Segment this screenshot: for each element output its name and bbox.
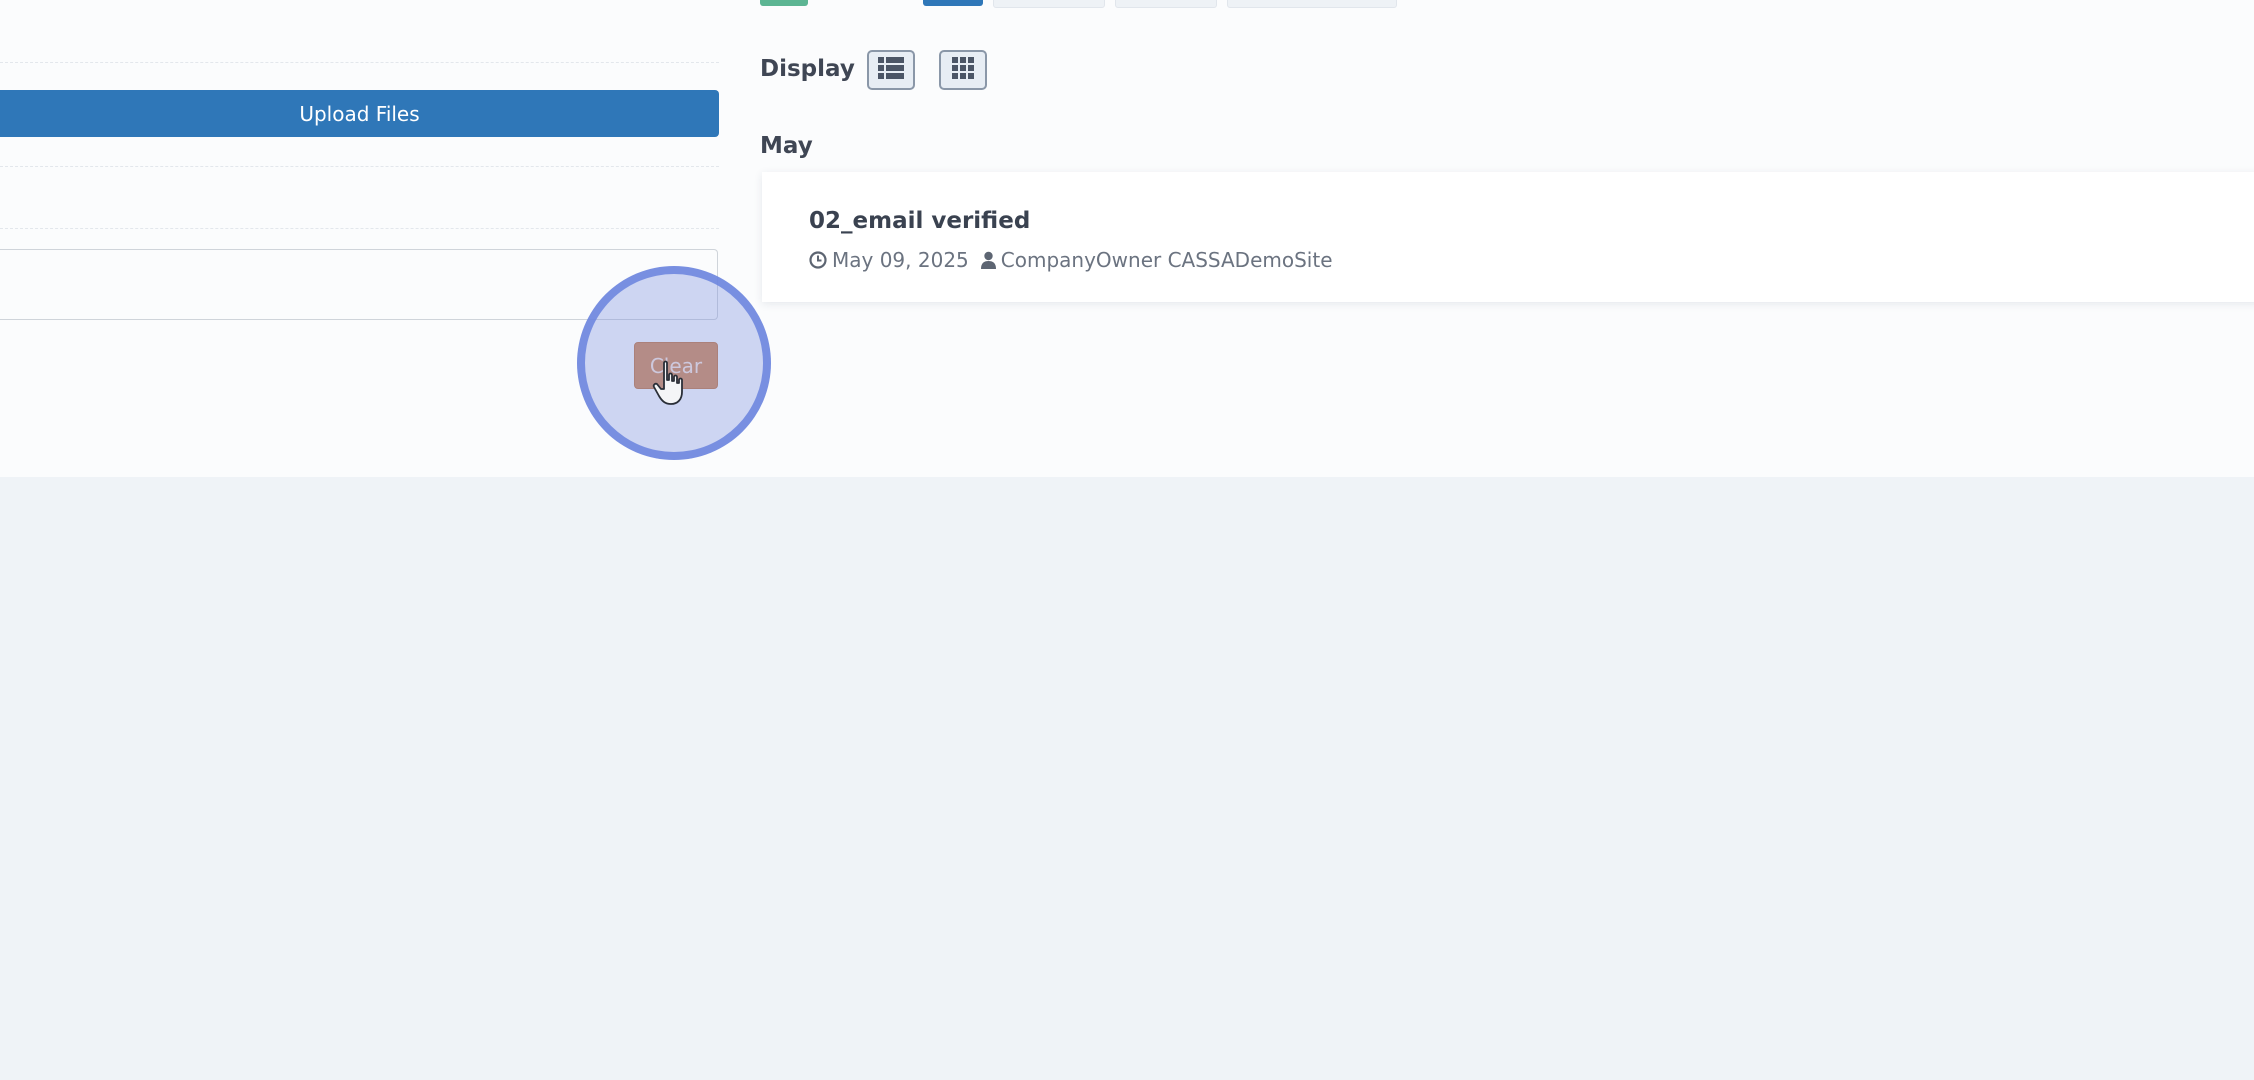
file-input-field[interactable] <box>0 249 718 320</box>
file-title[interactable]: 02_email verified <box>809 208 1030 234</box>
display-label: Display <box>760 56 855 82</box>
clock-icon <box>809 251 827 269</box>
tab-active[interactable] <box>923 0 983 6</box>
user-icon <box>980 251 996 269</box>
list-view-button[interactable] <box>867 50 915 90</box>
file-date: May 09, 2025 <box>832 248 969 272</box>
divider <box>0 166 719 167</box>
content-panel: Upload Files Clear Display May 02_email … <box>0 0 2254 477</box>
clear-button[interactable]: Clear <box>634 342 718 389</box>
file-card[interactable]: 02_email verified May 09, 2025 CompanyOw… <box>762 172 2254 302</box>
list-view-icon <box>878 57 904 83</box>
grid-view-icon <box>952 57 974 83</box>
upload-files-button[interactable]: Upload Files <box>0 90 719 137</box>
month-heading: May <box>760 133 813 159</box>
file-meta: May 09, 2025 CompanyOwner CASSADemoSite <box>809 248 1333 272</box>
tab-4[interactable] <box>1227 0 1397 8</box>
status-tab[interactable] <box>760 0 808 6</box>
divider <box>0 62 719 63</box>
file-author: CompanyOwner CASSADemoSite <box>1000 248 1333 272</box>
tab-2[interactable] <box>993 0 1105 8</box>
tab-3[interactable] <box>1115 0 1217 8</box>
grid-view-button[interactable] <box>939 50 987 90</box>
divider <box>0 228 719 229</box>
